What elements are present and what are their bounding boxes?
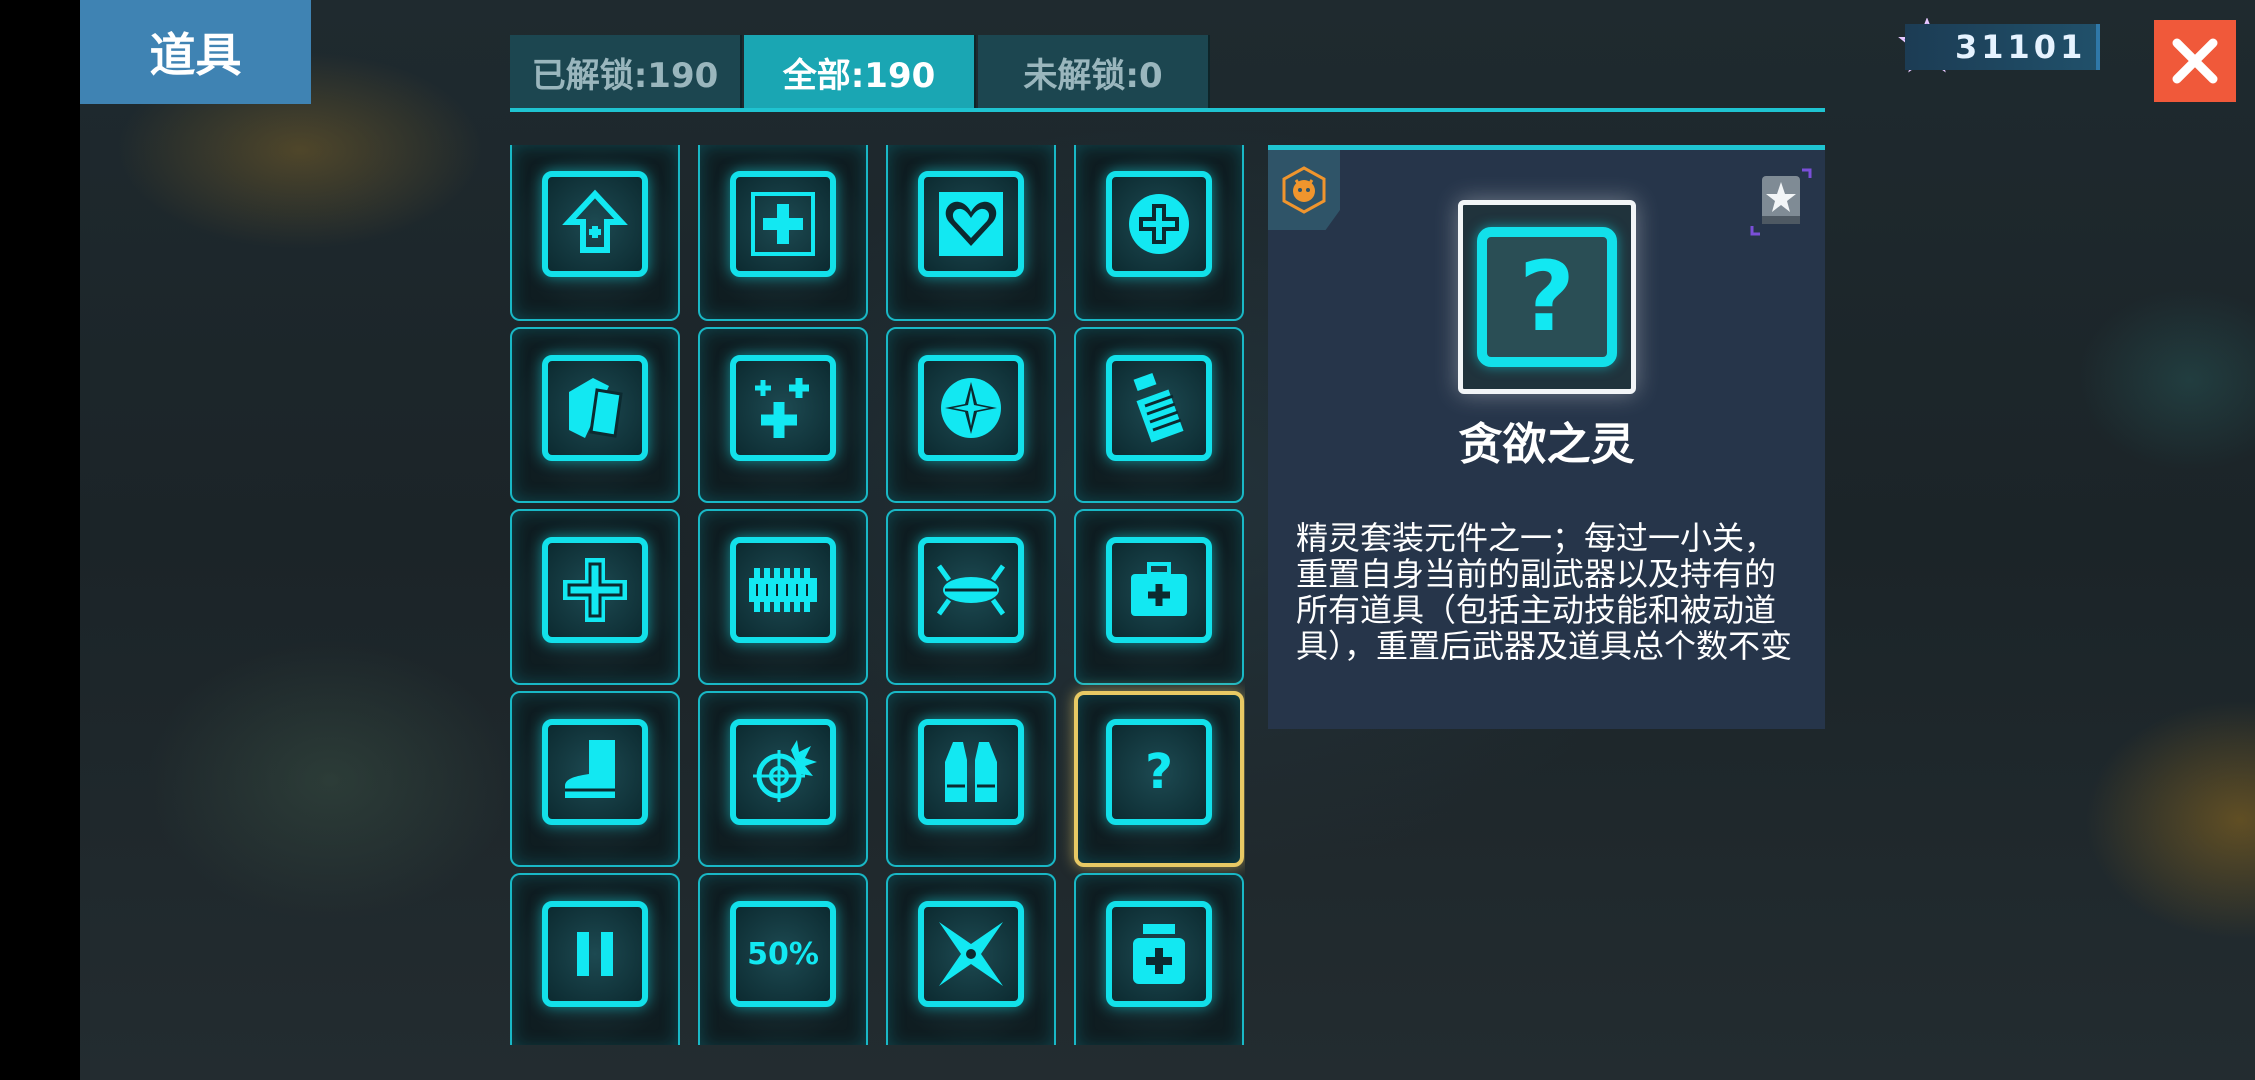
item-cell[interactable]: 50% [698, 873, 868, 1045]
cards-icon [542, 355, 648, 461]
item-cell-selected[interactable]: ? [1074, 691, 1244, 867]
tabs-divider [510, 108, 1825, 112]
tab-all[interactable]: 全部:190 [744, 35, 976, 110]
item-grid: ? 50% [510, 145, 1245, 1045]
multi-cross-icon [730, 355, 836, 461]
tab-unlocked[interactable]: 已解锁:190 [510, 35, 742, 110]
item-cell[interactable] [886, 691, 1056, 867]
shuriken-icon [918, 901, 1024, 1007]
vest-icon [918, 719, 1024, 825]
item-cell[interactable] [510, 327, 680, 503]
question-mark-icon: ? [1106, 719, 1212, 825]
item-cell[interactable] [1074, 509, 1244, 685]
sprite-set-icon [1750, 168, 1812, 236]
item-cell[interactable] [698, 145, 868, 321]
item-cell[interactable] [886, 509, 1056, 685]
item-description: 精灵套装元件之一；每过一小关，重置自身当前的副武器以及持有的所有道具（包括主动技… [1296, 519, 1793, 665]
capsule-icon [918, 537, 1024, 643]
question-mark-glyph: ? [1145, 744, 1173, 800]
percent-50-icon: 50% [730, 901, 836, 1007]
item-cell[interactable] [510, 873, 680, 1045]
item-cell[interactable] [1074, 327, 1244, 503]
preview-glyph: ? [1519, 241, 1575, 353]
rank-badge [1268, 150, 1340, 230]
currency-display: 31101 [1905, 24, 2100, 70]
first-aid-kit-icon [1106, 537, 1212, 643]
item-cell[interactable] [1074, 873, 1244, 1045]
medkit-cross-icon [730, 171, 836, 277]
percent-50-glyph: 50% [747, 936, 819, 972]
item-cell[interactable] [886, 327, 1056, 503]
question-mark-icon: ? [1477, 227, 1617, 367]
big-cross-icon [542, 537, 648, 643]
battery-icon [1106, 355, 1212, 461]
boot-icon [542, 719, 648, 825]
bullet-belt-icon [730, 537, 836, 643]
pause-icon [542, 901, 648, 1007]
item-cell[interactable] [698, 691, 868, 867]
up-arrow-cross-icon [542, 171, 648, 277]
item-cell[interactable] [1074, 145, 1244, 321]
close-button[interactable] [2154, 20, 2236, 102]
item-cell[interactable] [698, 327, 868, 503]
item-name: 贪欲之灵 [1458, 419, 1635, 470]
heart-icon [918, 171, 1024, 277]
item-preview-frame: ? [1458, 200, 1636, 394]
item-cell[interactable] [510, 691, 680, 867]
compass-icon [918, 355, 1024, 461]
currency-value: 31101 [1955, 28, 2087, 66]
item-cell[interactable] [510, 145, 680, 321]
page-title: 道具 [80, 0, 311, 104]
close-icon [2172, 38, 2218, 84]
crosshair-icon [730, 719, 836, 825]
circle-cross-icon [1106, 171, 1212, 277]
item-detail-panel: ? 贪欲之灵 精灵套装元件之一；每过一小关，重置自身当前的副武器以及持有的所有道… [1268, 145, 1825, 729]
tab-locked[interactable]: 未解锁:0 [978, 35, 1210, 110]
demon-face-icon [1282, 166, 1326, 214]
item-cell[interactable] [886, 145, 1056, 321]
item-cell[interactable] [510, 509, 680, 685]
item-cell[interactable] [698, 509, 868, 685]
item-cell[interactable] [886, 873, 1056, 1045]
medicine-jar-icon [1106, 901, 1212, 1007]
